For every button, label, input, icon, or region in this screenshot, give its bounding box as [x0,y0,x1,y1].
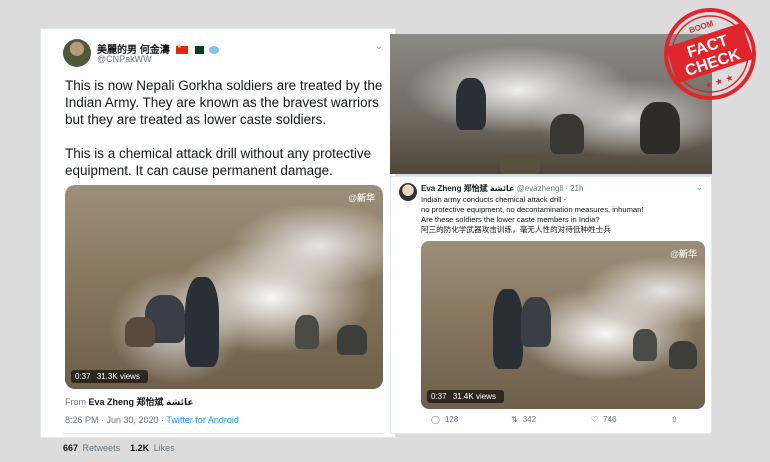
soldier-figure [521,297,551,347]
tweet-text: This is now Nepali Gorkha soldiers are t… [65,77,385,196]
soldier-figure [500,154,540,174]
retweets-label[interactable]: Retweets [83,443,121,453]
timestamp-text[interactable]: 8:26 PM · Jun 30, 2020 · [65,415,164,425]
share-icon: ⇧ [671,415,678,424]
video-player[interactable]: @新华 0:37 31.4K views [421,241,705,409]
chevron-down-icon[interactable]: ⌄ [695,182,703,193]
stamp-stars: ★ ★ ★ [703,73,735,92]
video-watermark: @新华 [348,193,375,203]
tweet-line: Are these soldiers the lower caste membe… [421,215,600,224]
left-tweet-card: 美麗的男 何金濤 @CNPakWW ⌄ This is now Nepali G… [40,28,396,453]
pakistan-flag-icon [192,46,205,55]
avatar[interactable] [63,39,91,67]
right-tweet-card: Eva Zheng 郑怡斌 عائشة @evazhengll · 21h ⌄ … [390,176,712,434]
likes-label[interactable]: Likes [154,443,175,453]
tweet-line: no protective equipment, no decontaminat… [421,205,644,214]
retweets-count[interactable]: 667 [63,443,78,453]
video-source: From Eva Zheng 郑怡斌 عائشة [65,395,194,408]
soldier-figure [337,325,367,355]
tweet-line: 阿三的防化学武器攻击训练，毫无人性的对待低种姓士兵 [421,225,611,234]
china-flag-icon [175,43,188,55]
display-name[interactable]: Eva Zheng 郑怡斌 عائشة [421,184,514,193]
retweet-action[interactable]: ⇅ 342 [511,415,536,424]
reply-action[interactable]: ◯ 128 [431,415,458,424]
tweet-time[interactable]: · 21h [565,184,583,193]
soldier-figure [456,78,486,130]
video-watermark: @新华 [670,249,697,259]
divider [63,433,383,434]
video-duration: 0:37 [431,392,447,401]
retweet-count: 342 [522,415,537,424]
soldier-figure [669,341,697,369]
like-action[interactable]: ♡ 746 [591,415,617,424]
like-count: 746 [603,415,617,424]
tweet-text: Indian army conducts chemical attack dri… [421,195,705,235]
soldier-figure [550,114,584,154]
speech-bubble-icon [209,46,220,55]
tweet-header: Eva Zheng 郑怡斌 عائشة @evazhengll · 21h [421,183,583,194]
video-player[interactable]: @新华 0:37 31.3K views [65,185,383,389]
soldier-figure [125,317,155,347]
client-link[interactable]: Twitter for Android [166,415,239,425]
tweet-stats: 667 Retweets 1.2K Likes [63,443,175,453]
tweet-actions: ◯ 128 ⇅ 342 ♡ 746 ⇧ [431,415,701,429]
source-name[interactable]: Eva Zheng 郑怡斌 عائشة [89,397,194,407]
soldier-figure [295,315,319,349]
tweet-timestamp: 8:26 PM · Jun 30, 2020 · Twitter for And… [65,415,239,425]
likes-count[interactable]: 1.2K [130,443,149,453]
soldier-figure [493,289,523,369]
user-handle[interactable]: @CNPakWW [97,54,152,64]
user-handle[interactable]: @evazhengll [517,184,563,193]
chevron-down-icon[interactable]: ⌄ [375,41,383,52]
video-duration: 0:37 [75,372,91,381]
source-prefix: From [65,397,86,407]
soldier-figure [640,102,680,154]
video-meta: 0:37 31.4K views [427,390,504,403]
reply-count: 128 [444,415,459,424]
video-views: 31.4K views [452,392,496,401]
reply-icon: ◯ [431,415,440,424]
heart-icon: ♡ [591,415,599,424]
soldier-figure [633,329,657,361]
tweet-paragraph: This is now Nepali Gorkha soldiers are t… [65,78,383,127]
retweet-icon: ⇅ [511,415,518,424]
share-action[interactable]: ⇧ [671,415,683,424]
video-meta: 0:37 31.3K views [71,370,148,383]
tweet-paragraph: This is a chemical attack drill without … [65,146,372,178]
soldier-figure [185,277,219,367]
tweet-line: Indian army conducts chemical attack dri… [421,195,567,204]
video-views: 31.3K views [96,372,140,381]
tweet-header: 美麗的男 何金濤 @CNPakWW ⌄ [63,39,383,69]
fact-check-stamp: BOOM FACT CHECK ★ ★ ★ [664,8,756,100]
avatar[interactable] [399,183,417,201]
